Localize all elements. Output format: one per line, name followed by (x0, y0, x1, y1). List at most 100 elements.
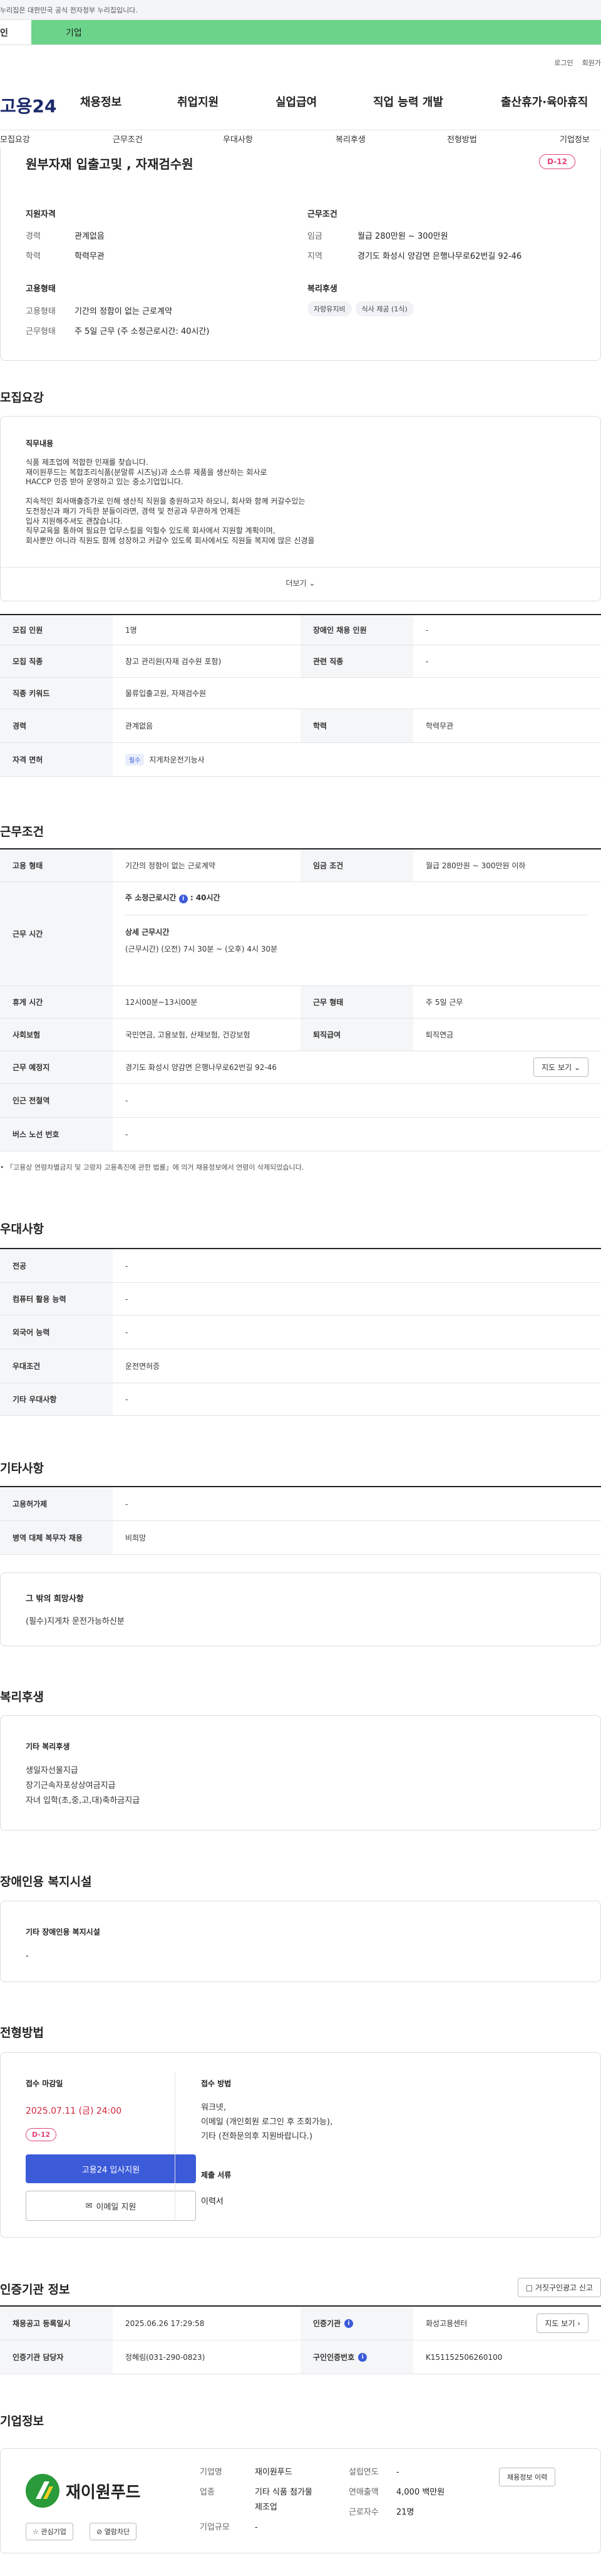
gnb-parental-leave[interactable]: 출산휴가·육아휴직 (501, 93, 588, 110)
row-key: 퇴직급여 (300, 1019, 413, 1051)
emp-title: 고용형태 (26, 284, 56, 294)
job-history-label: 채용정보 이력 (507, 2473, 548, 2481)
tab-personal[interactable]: 인 (0, 20, 31, 44)
welfare-sub-title: 기타 복리후생 (26, 1742, 70, 1751)
worktype-label: 근무형태 (26, 327, 56, 336)
section-pref-title: 우대사항 (0, 1222, 44, 1236)
row-key: 채용공고 등록일시 (0, 2307, 113, 2340)
row-value: 경기도 화성시 양감면 은행나무로62번길 92-46 지도 보기 ⌄ (113, 1051, 601, 1083)
row-value: - (125, 1499, 128, 1509)
table-row: 버스 노선 번호 - (0, 1118, 601, 1151)
license-value: 지게차운전기능사 (149, 756, 205, 764)
company-sales-key: 연매출액 (349, 2488, 379, 2497)
worktype-value: 주 5일 근무 (주 소정근로시간: 40시간) (74, 327, 210, 336)
join-link[interactable]: 회원가 (582, 58, 601, 68)
tab-recruit[interactable]: 모집요강 (0, 133, 30, 145)
table-row: 휴게 시간 12시00분~13시00분 근무 형태 주 5일 근무 (0, 986, 601, 1019)
utility-links: 로그인 회원가 (0, 45, 601, 80)
detail-hours-title: 상세 근무시간 (125, 915, 588, 937)
section-welfare-title: 복리후생 (0, 1690, 44, 1704)
disabled-sub-title: 기타 장애인용 복지시설 (26, 1928, 100, 1936)
row-key: 병역 대체 복무자 채용 (0, 1521, 113, 1554)
fav-company-label: 관심기업 (41, 2528, 66, 2536)
row-key: 근무 예정지 (0, 1051, 113, 1083)
row-key: 임금 조건 (300, 849, 413, 881)
duty-line (26, 487, 314, 497)
gnb-unemployment[interactable]: 실업급여 (275, 93, 317, 110)
duty-line: 입사 지원해주셔도 괜찮습니다. (26, 516, 123, 526)
table-row: 우대조건 운전면허증 (0, 1349, 601, 1383)
report-button[interactable]: □ 거짓구인광고 신고 (517, 2278, 601, 2297)
row-value: - (125, 1096, 128, 1105)
company-name-row: 기업명 재이원푸드 (200, 2465, 312, 2480)
row-key: 휴게 시간 (0, 986, 113, 1018)
gnb-employment-support[interactable]: 취업지원 (177, 93, 218, 110)
row-key: 직종 키워드 (0, 678, 113, 709)
row-value: - (125, 1261, 128, 1270)
info-icon[interactable]: i (358, 2352, 367, 2362)
table-row: 사회보험 국민연금, 고용보험, 산재보험, 건강보험 퇴직급여 퇴직연금 (0, 1019, 601, 1051)
agency-map-label: 지도 보기 (545, 2319, 575, 2328)
row-key: 모집 직종 (0, 645, 113, 677)
row-key: 외국어 능력 (0, 1316, 113, 1349)
row-key: 우대조건 (0, 1349, 113, 1383)
row-key: 구인인증번호 i (300, 2340, 413, 2374)
email-apply-label: 이메일 지원 (96, 2202, 136, 2212)
welfare-list: 생일자선물지급 장기근속자포상상여금지급 자녀 입학(초,중,고,대)축하금지급 (26, 1763, 140, 1809)
email-apply-button[interactable]: ✉ 이메일 지원 (26, 2191, 196, 2221)
row-value: 국민연금, 고용보험, 산재보험, 건강보험 (125, 1031, 250, 1039)
area-value: 경기도 화성시 양감면 은행나무로62번길 92-46 (357, 252, 522, 261)
wish-card: 그 밖의 희망사항 (필수)지게차 운전가능하신분 (0, 1572, 601, 1646)
info-icon[interactable]: i (344, 2319, 354, 2328)
row-key: 인증기관 i (300, 2307, 413, 2340)
tab-welfare[interactable]: 복리후생 (336, 133, 366, 145)
row-key: 고용허가제 (0, 1487, 113, 1520)
row-value: 정혜림(031-290-0823) (125, 2353, 205, 2362)
gov-notice-text: 누리집은 대한민국 공식 전자정부 누리집입니다. (0, 6, 138, 14)
row-key: 근무 시간 (0, 882, 113, 985)
gnb-training[interactable]: 직업 능력 개발 (373, 93, 443, 110)
report-icon: □ (525, 2283, 533, 2292)
map-button[interactable]: 지도 보기 ⌄ (533, 1057, 588, 1077)
exp-label: 경력 (26, 232, 41, 241)
section-process-title: 전형방법 (0, 2026, 44, 2040)
table-row: 근무 시간 주 소정근로시간 i : 40시간 상세 근무시간 (근무시간) (… (0, 882, 601, 986)
row-value: 12시00분~13시00분 (125, 998, 198, 1007)
welfare-chip: 식사 제공 (1식) (355, 301, 414, 316)
pay-label: 임금 (307, 232, 322, 241)
duty-line: 도전정신과 패기 가득한 분들이라면, 경력 및 전공과 무관하게 언제든 (26, 506, 241, 516)
row-key: 경력 (0, 709, 113, 742)
job-history-button[interactable]: 채용정보 이력 (499, 2468, 556, 2486)
detail-hours-value: (근무시간) (오전) 7시 30분 ~ (오후) 4시 30분 (125, 945, 278, 953)
row-value: 퇴직연금 (426, 1031, 454, 1039)
company-size-value: - (255, 2523, 258, 2532)
user-type-bar: 인 기업 (0, 20, 601, 45)
fav-company-button[interactable]: ☆ 관심기업 (26, 2523, 73, 2540)
row-value: - (125, 1130, 128, 1139)
login-link[interactable]: 로그인 (554, 58, 573, 68)
pay-value: 월급 280만원 ~ 300만원 (357, 232, 448, 241)
info-icon[interactable]: i (178, 895, 188, 903)
agency-map-button[interactable]: 지도 보기 › (537, 2314, 588, 2333)
section-recruit-title: 모집요강 (0, 391, 44, 405)
tab-company[interactable]: 기업정보 (560, 133, 590, 145)
table-row: 고용 형태 기간의 정함이 없는 근로계약 임금 조건 월급 280만원 ~ 300만… (0, 849, 601, 882)
block-button[interactable]: ⊘ 열람차단 (90, 2523, 137, 2540)
row-value: 화성고용센터 지도 보기 › (413, 2307, 601, 2340)
apply-button[interactable]: 고용24 입사지원 (26, 2154, 196, 2183)
site-logo[interactable]: 고용24 (0, 93, 63, 118)
welfare-item: 장기근속자포상상여금지급 (26, 1781, 116, 1790)
more-button[interactable]: 더보기 ⌄ (1, 567, 600, 598)
tab-conditions[interactable]: 근무조건 (113, 133, 143, 145)
job-summary-card: 원부자재 입출고및 , 자재검수원 D-12 지원자격 경력 관계없음 학력 학… (0, 148, 601, 361)
table-row: 직종 키워드 물류입출고원, 자재검수원 (0, 678, 601, 709)
docs-label: 제출 서류 (201, 2171, 232, 2179)
tab-preferences[interactable]: 우대사항 (223, 133, 253, 145)
gnb-jobs[interactable]: 채용정보 (80, 93, 121, 110)
row-key: 모집 인원 (0, 615, 113, 645)
weekly-hours-label: 주 소정근로시간 (125, 893, 177, 902)
tab-process[interactable]: 전형방법 (447, 133, 477, 145)
tab-company[interactable]: 기업 (31, 20, 601, 44)
required-badge: 필수 (125, 754, 145, 766)
job-title: 원부자재 입출고및 , 자재검수원 (26, 157, 193, 172)
